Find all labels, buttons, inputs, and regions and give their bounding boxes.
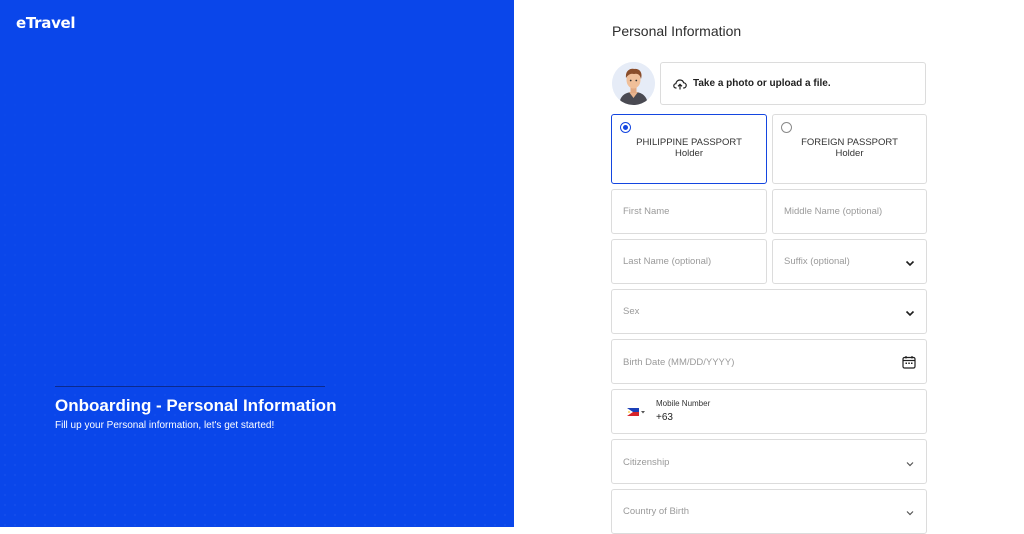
philippines-flag-icon[interactable] (627, 408, 639, 416)
avatar-illustration (612, 62, 655, 105)
chevron-down-icon (905, 310, 915, 317)
philippine-passport-label-line1: PHILIPPINE PASSPORT (636, 137, 742, 148)
chevron-down-icon (905, 260, 915, 267)
citizenship-select[interactable]: Citizenship (611, 439, 927, 484)
philippine-passport-option[interactable]: PHILIPPINE PASSPORT Holder (611, 114, 767, 184)
last-name-placeholder: Last Name (optional) (623, 256, 712, 267)
mobile-number-label: Mobile Number (656, 399, 711, 408)
first-name-field[interactable]: First Name (611, 189, 767, 234)
hero-divider (55, 386, 325, 387)
foreign-passport-radio[interactable] (781, 122, 792, 133)
mobile-number-value: +63 (656, 412, 673, 423)
suffix-select[interactable]: Suffix (optional) (772, 239, 927, 284)
upload-photo-button[interactable]: Take a photo or upload a file. (660, 62, 926, 105)
foreign-passport-option[interactable]: FOREIGN PASSPORT Holder (772, 114, 927, 184)
middle-name-placeholder: Middle Name (optional) (784, 206, 883, 217)
first-name-placeholder: First Name (623, 206, 670, 217)
calendar-icon[interactable] (902, 355, 916, 369)
cloud-upload-icon (673, 78, 687, 89)
hero-title: Onboarding - Personal Information (55, 396, 337, 415)
country-of-birth-placeholder: Country of Birth (623, 506, 689, 517)
left-hero-panel (0, 0, 514, 527)
country-code-caret-icon (641, 411, 645, 414)
etravel-logo[interactable]: eTravel (16, 14, 76, 32)
upload-label: Take a photo or upload a file. (693, 78, 831, 89)
philippine-passport-radio[interactable] (620, 122, 631, 133)
foreign-passport-label-line2: Holder (835, 148, 864, 159)
section-title: Personal Information (612, 23, 742, 39)
birth-date-placeholder: Birth Date (MM/DD/YYYY) (623, 357, 735, 368)
sex-placeholder: Sex (623, 306, 640, 317)
suffix-placeholder: Suffix (optional) (784, 256, 850, 267)
mobile-number-field[interactable]: Mobile Number +63 (611, 389, 927, 434)
sex-select[interactable]: Sex (611, 289, 927, 334)
last-name-field[interactable]: Last Name (optional) (611, 239, 767, 284)
country-of-birth-select[interactable]: Country of Birth (611, 489, 927, 534)
avatar (612, 62, 655, 105)
foreign-passport-label: FOREIGN PASSPORT Holder (773, 137, 926, 159)
chevron-down-icon (906, 511, 914, 516)
chevron-down-icon (906, 462, 914, 467)
citizenship-placeholder: Citizenship (623, 457, 670, 468)
birth-date-field[interactable]: Birth Date (MM/DD/YYYY) (611, 339, 927, 384)
foreign-passport-label-line1: FOREIGN PASSPORT (801, 137, 898, 148)
hero-subtitle: Fill up your Personal information, let's… (55, 420, 275, 431)
philippine-passport-label: PHILIPPINE PASSPORT Holder (612, 137, 766, 159)
philippine-passport-label-line2: Holder (675, 148, 703, 159)
middle-name-field[interactable]: Middle Name (optional) (772, 189, 927, 234)
